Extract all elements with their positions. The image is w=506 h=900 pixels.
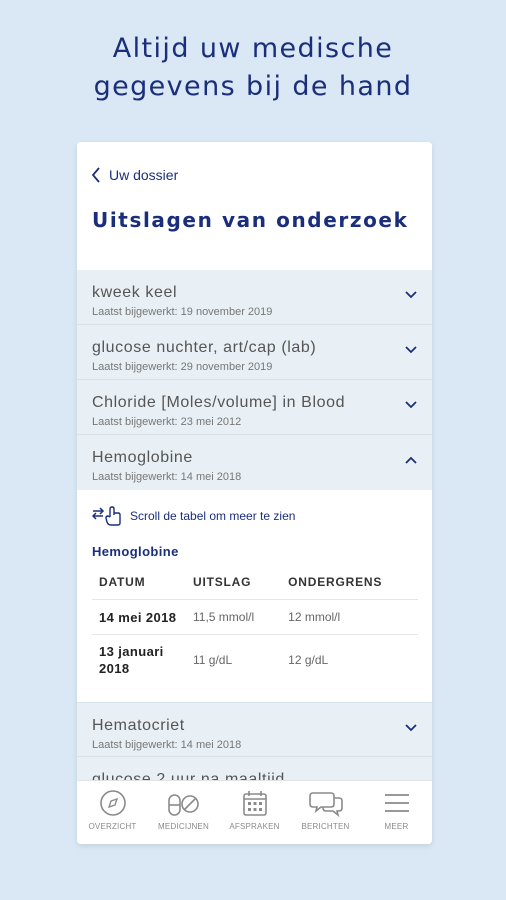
result-name: Chloride [Moles/volume] in Blood — [92, 394, 346, 411]
headline-line-1: Altijd uw medische — [112, 33, 394, 64]
result-updated: Laatst bijgewerkt: 29 november 2019 — [92, 361, 273, 373]
results-list[interactable]: kweek keel Laatst bijgewerkt: 19 novembe… — [77, 270, 432, 780]
result-updated: Laatst bijgewerkt: 14 mei 2018 — [92, 739, 242, 751]
nav-label: AFSPRAKEN — [229, 822, 280, 831]
nav-overzicht[interactable]: OVERZICHT — [77, 781, 148, 844]
cell-result: 11,5 mmol/l — [186, 599, 282, 635]
swipe-hand-icon — [92, 506, 121, 526]
column-header-date: DATUM — [99, 575, 146, 589]
result-updated: Laatst bijgewerkt: 19 november 2019 — [92, 306, 273, 318]
pills-icon — [167, 794, 199, 816]
hemoglobine-detail: Scroll de tabel om meer te zien Hemoglob… — [77, 490, 432, 702]
table-row: 14 mei 2018 11,5 mmol/l 12 mmol/l — [92, 599, 418, 635]
page-title: Uitslagen van onderzoek — [92, 208, 409, 232]
result-row-glucose-2-uur[interactable]: glucose 2 uur na maaltijd — [77, 757, 432, 780]
nav-label: MEER — [384, 822, 409, 831]
table-header-row: DATUM UITSLAG ONDERGRENS — [92, 567, 418, 600]
result-name: kweek keel — [92, 284, 178, 301]
result-row-hemoglobine[interactable]: Hemoglobine Laatst bijgewerkt: 14 mei 20… — [77, 435, 432, 490]
chevron-left-icon — [91, 167, 100, 183]
back-button[interactable]: Uw dossier — [91, 166, 178, 184]
chevron-down-icon — [405, 346, 417, 354]
result-name: Hemoglobine — [92, 449, 193, 466]
cell-result: 11 g/dL — [186, 634, 282, 685]
scroll-hint[interactable]: Scroll de tabel om meer te zien — [92, 506, 417, 526]
result-name: Hematocriet — [92, 717, 185, 734]
result-updated: Laatst bijgewerkt: 14 mei 2018 — [92, 471, 242, 483]
results-table[interactable]: DATUM UITSLAG ONDERGRENS 14 mei 2018 11,… — [92, 567, 418, 685]
cell-lower-limit: 12 mmol/l — [281, 599, 418, 635]
nav-medicijnen[interactable]: MEDICIJNEN — [148, 781, 219, 844]
promo-headline: Altijd uw medische gegevens bij de hand — [0, 30, 506, 106]
result-row-hematocriet[interactable]: Hematocriet Laatst bijgewerkt: 14 mei 20… — [77, 702, 432, 757]
nav-meer[interactable]: MEER — [361, 781, 432, 844]
result-name: glucose nuchter, art/cap (lab) — [92, 339, 317, 356]
nav-label: OVERZICHT — [88, 822, 137, 831]
chevron-up-icon — [405, 456, 417, 464]
chat-icon — [308, 792, 343, 817]
cell-date: 14 mei 2018 — [92, 599, 186, 635]
chevron-down-icon — [405, 724, 417, 732]
cell-lower-limit: 12 g/dL — [281, 634, 418, 685]
compass-icon — [99, 790, 126, 816]
app-screen: Uw dossier Uitslagen van onderzoek kweek… — [77, 142, 432, 844]
chevron-down-icon — [405, 401, 417, 409]
nav-berichten[interactable]: BERICHTEN — [290, 781, 361, 844]
nav-afspraken[interactable]: AFSPRAKEN — [219, 781, 290, 844]
table-title: Hemoglobine — [92, 544, 179, 559]
nav-label: MEDICIJNEN — [158, 822, 209, 831]
headline-line-2: gegevens bij de hand — [93, 71, 413, 102]
back-label: Uw dossier — [109, 167, 179, 183]
cell-date: 13 januari 2018 — [92, 634, 186, 685]
scroll-hint-label: Scroll de tabel om meer te zien — [130, 509, 296, 523]
calendar-icon — [242, 791, 267, 816]
result-name: glucose 2 uur na maaltijd — [92, 771, 285, 780]
column-header-lower-limit: ONDERGRENS — [288, 575, 383, 589]
result-updated: Laatst bijgewerkt: 23 mei 2012 — [92, 416, 242, 428]
app-header: Uw dossier Uitslagen van onderzoek — [77, 142, 432, 270]
bottom-navigation: OVERZICHT MEDICIJNEN AFSPRAKEN BERICHTEN… — [77, 780, 432, 844]
table-row: 13 januari 2018 11 g/dL 12 g/dL — [92, 634, 418, 685]
column-header-result: UITSLAG — [193, 575, 252, 589]
result-row-chloride[interactable]: Chloride [Moles/volume] in Blood Laatst … — [77, 380, 432, 435]
nav-label: BERICHTEN — [301, 822, 350, 831]
result-row-kweek-keel[interactable]: kweek keel Laatst bijgewerkt: 19 novembe… — [77, 270, 432, 325]
result-row-glucose-nuchter[interactable]: glucose nuchter, art/cap (lab) Laatst bi… — [77, 325, 432, 380]
menu-icon — [384, 794, 409, 812]
chevron-down-icon — [405, 291, 417, 299]
